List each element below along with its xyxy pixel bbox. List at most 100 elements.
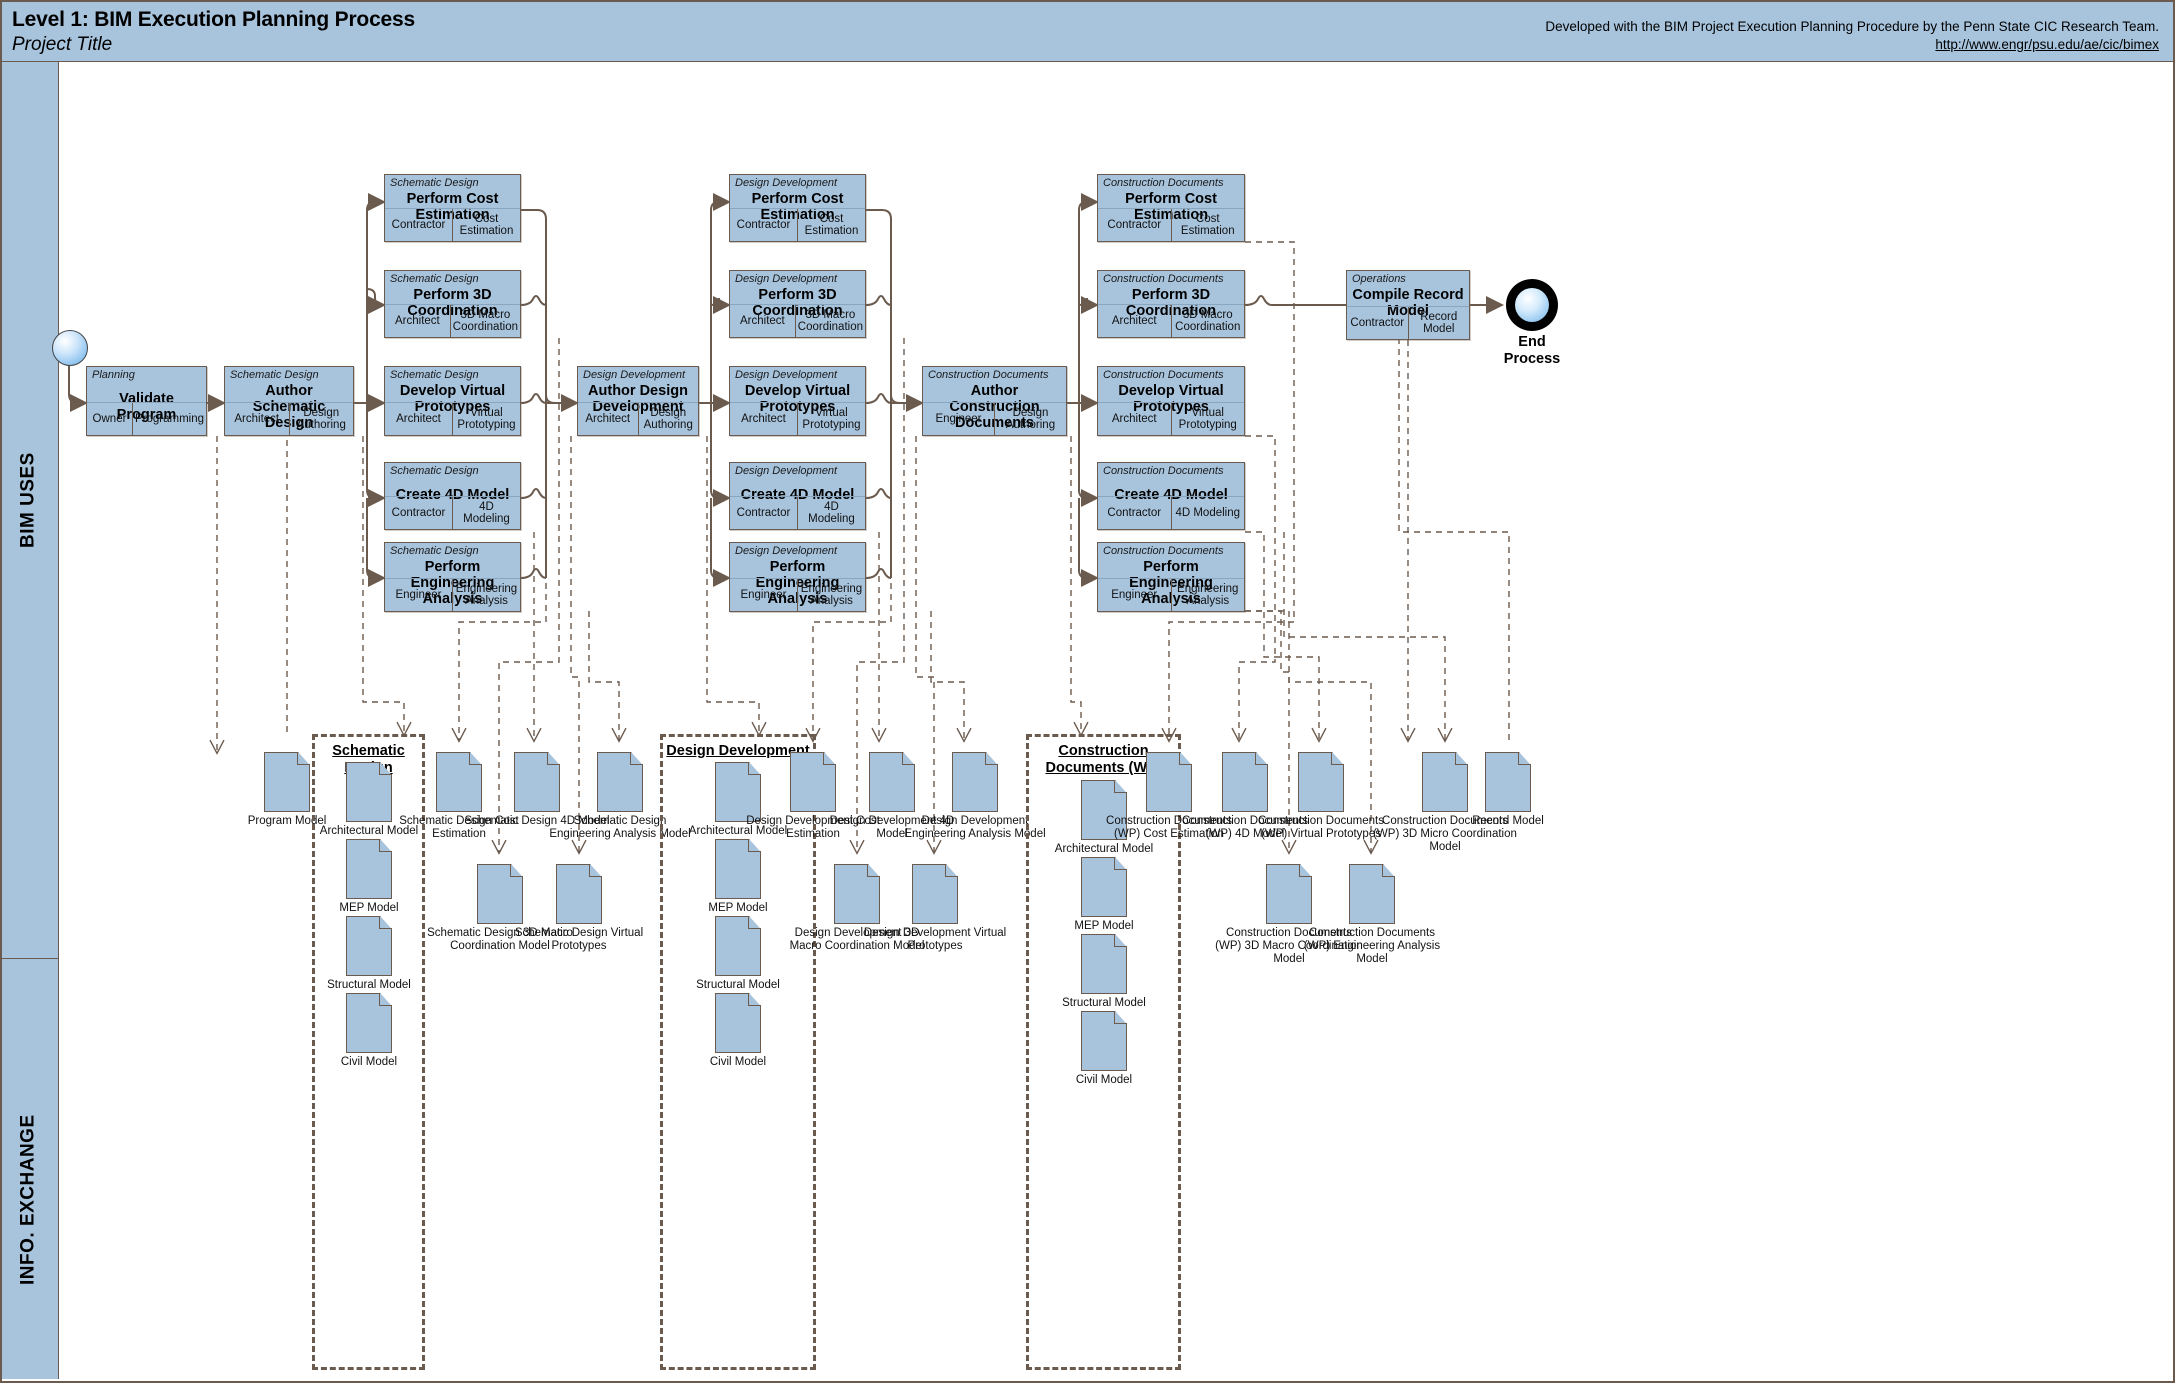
diagram-canvas: Planning Validate Program Owner Programm… bbox=[59, 62, 2173, 1379]
document-fold-icon bbox=[985, 752, 998, 765]
document-sd-civil-model[interactable] bbox=[346, 993, 392, 1053]
document-sd-4d-model[interactable] bbox=[514, 752, 560, 812]
document-cd-engineering-analysis-model[interactable] bbox=[1349, 864, 1395, 924]
document-sd-cost-estimation[interactable] bbox=[436, 752, 482, 812]
process-use: Cost Estimation bbox=[1171, 209, 1245, 241]
process-dd-cost-estimation[interactable]: Design Development Perform Cost Estimati… bbox=[729, 174, 866, 242]
process-cd-4d-model[interactable]: Construction Documents Create 4D Model C… bbox=[1097, 462, 1245, 530]
process-role: Architect bbox=[1098, 305, 1171, 337]
document-fold-icon bbox=[748, 916, 761, 929]
document-fold-icon bbox=[630, 752, 643, 765]
process-dd-virtual-prototypes[interactable]: Design Development Develop Virtual Proto… bbox=[729, 366, 866, 436]
process-role: Engineer bbox=[385, 579, 452, 611]
document-fold-icon bbox=[1382, 864, 1395, 877]
process-sd-4d-model[interactable]: Schematic Design Create 4D Model Contrac… bbox=[384, 462, 521, 530]
start-node[interactable] bbox=[52, 330, 88, 366]
document-dd-cost-estimation[interactable] bbox=[790, 752, 836, 812]
process-role: Architect bbox=[385, 305, 450, 337]
document-cd-4d-model[interactable] bbox=[1222, 752, 1268, 812]
process-author-construction-documents[interactable]: Construction Documents Author Constructi… bbox=[922, 366, 1067, 436]
document-dd-3d-macro-coordination-model[interactable] bbox=[834, 864, 880, 924]
process-meta-row: Engineer Engineering Analysis bbox=[1098, 578, 1244, 611]
document-fold-icon bbox=[379, 762, 392, 775]
document-dd-mep-model[interactable] bbox=[715, 839, 761, 899]
process-use: 4D Modeling bbox=[1171, 497, 1245, 529]
swimlane-label-bim-uses: BIM USES bbox=[0, 400, 57, 600]
document-dd-virtual-prototypes[interactable] bbox=[912, 864, 958, 924]
document-label: Record Model bbox=[1433, 815, 1583, 828]
process-author-schematic-design[interactable]: Schematic Design Author Schematic Design… bbox=[224, 366, 354, 436]
process-cd-virtual-prototypes[interactable]: Construction Documents Develop Virtual P… bbox=[1097, 366, 1245, 436]
document-cd-3d-micro-coordination-model[interactable] bbox=[1422, 752, 1468, 812]
document-fold-icon bbox=[1114, 780, 1127, 793]
credit-url[interactable]: http://www.engr/psu.edu/ae/cic/bimex bbox=[1935, 37, 2159, 52]
process-cd-engineering-analysis[interactable]: Construction Documents Perform Engineeri… bbox=[1097, 542, 1245, 612]
process-compile-record-model[interactable]: Operations Compile Record Model Contract… bbox=[1346, 270, 1470, 340]
document-fold-icon bbox=[379, 993, 392, 1006]
document-sd-mep-model[interactable] bbox=[346, 839, 392, 899]
process-meta-row: Architect Virtual Prototyping bbox=[385, 402, 520, 435]
end-node[interactable] bbox=[1506, 279, 1558, 331]
process-use: Design Authoring bbox=[638, 403, 699, 435]
process-sd-virtual-prototypes[interactable]: Schematic Design Develop Virtual Prototy… bbox=[384, 366, 521, 436]
process-sd-3d-coordination[interactable]: Schematic Design Perform 3D Coordination… bbox=[384, 270, 521, 338]
process-validate-program[interactable]: Planning Validate Program Owner Programm… bbox=[86, 366, 207, 436]
process-role: Contractor bbox=[1098, 497, 1171, 529]
document-program-model[interactable] bbox=[264, 752, 310, 812]
document-label: MEP Model bbox=[294, 902, 444, 915]
document-record-model[interactable] bbox=[1485, 752, 1531, 812]
process-meta-row: Contractor Cost Estimation bbox=[730, 208, 865, 241]
document-sd-engineering-analysis-model[interactable] bbox=[597, 752, 643, 812]
document-cd-virtual-prototypes[interactable] bbox=[1298, 752, 1344, 812]
document-cd-civil-model[interactable] bbox=[1081, 1011, 1127, 1071]
document-fold-icon bbox=[589, 864, 602, 877]
process-cd-3d-coordination[interactable]: Construction Documents Perform 3D Coordi… bbox=[1097, 270, 1245, 338]
document-cd-structural-model[interactable] bbox=[1081, 934, 1127, 994]
end-process-label: End Process bbox=[1477, 334, 1587, 368]
document-dd-civil-model[interactable] bbox=[715, 993, 761, 1053]
document-dd-engineering-analysis-model[interactable] bbox=[952, 752, 998, 812]
process-dd-engineering-analysis[interactable]: Design Development Perform Engineering A… bbox=[729, 542, 866, 612]
process-sd-cost-estimation[interactable]: Schematic Design Perform Cost Estimation… bbox=[384, 174, 521, 242]
document-cd-cost-estimation[interactable] bbox=[1146, 752, 1192, 812]
document-fold-icon bbox=[297, 752, 310, 765]
process-meta-row: Contractor Record Model bbox=[1347, 306, 1469, 339]
process-use: Design Authoring bbox=[289, 403, 354, 435]
process-meta-row: Architect 3D Macro Coordination bbox=[730, 304, 865, 337]
process-use: Engineering Analysis bbox=[452, 579, 520, 611]
document-dd-architectural-model[interactable] bbox=[715, 762, 761, 822]
phase-label: Construction Documents bbox=[1103, 545, 1223, 557]
process-meta-row: Contractor Cost Estimation bbox=[1098, 208, 1244, 241]
phase-label: Design Development bbox=[735, 273, 837, 285]
process-dd-3d-coordination[interactable]: Design Development Perform 3D Coordinati… bbox=[729, 270, 866, 338]
phase-label: Schematic Design bbox=[390, 177, 479, 189]
process-meta-row: Contractor 4D Modeling bbox=[1098, 496, 1244, 529]
document-fold-icon bbox=[945, 864, 958, 877]
document-cd-mep-model[interactable] bbox=[1081, 857, 1127, 917]
document-sd-virtual-prototypes[interactable] bbox=[556, 864, 602, 924]
phase-label: Design Development bbox=[735, 545, 837, 557]
process-use: Cost Estimation bbox=[797, 209, 865, 241]
document-label: Structural Model bbox=[294, 979, 444, 992]
document-dd-structural-model[interactable] bbox=[715, 916, 761, 976]
phase-label: Schematic Design bbox=[390, 465, 479, 477]
document-sd-structural-model[interactable] bbox=[346, 916, 392, 976]
process-meta-row: Contractor Cost Estimation bbox=[385, 208, 520, 241]
process-dd-4d-model[interactable]: Design Development Create 4D Model Contr… bbox=[729, 462, 866, 530]
document-dd-4d-model[interactable] bbox=[869, 752, 915, 812]
process-author-design-development[interactable]: Design Development Author Design Develop… bbox=[577, 366, 699, 436]
document-sd-architectural-model[interactable] bbox=[346, 762, 392, 822]
document-fold-icon bbox=[748, 762, 761, 775]
end-node-inner bbox=[1515, 288, 1549, 322]
process-role: Contractor bbox=[730, 209, 797, 241]
document-sd-3d-macro-coordination-model[interactable] bbox=[477, 864, 523, 924]
process-use: Record Model bbox=[1408, 307, 1470, 339]
document-label: MEP Model bbox=[1029, 920, 1179, 933]
end-label-line1: End bbox=[1477, 334, 1587, 351]
document-cd-3d-macro-coordination-model[interactable] bbox=[1266, 864, 1312, 924]
document-label: MEP Model bbox=[663, 902, 813, 915]
process-use: Programming bbox=[132, 403, 206, 435]
document-label: Civil Model bbox=[294, 1056, 444, 1069]
process-sd-engineering-analysis[interactable]: Schematic Design Perform Engineering Ana… bbox=[384, 542, 521, 612]
process-cd-cost-estimation[interactable]: Construction Documents Perform Cost Esti… bbox=[1097, 174, 1245, 242]
